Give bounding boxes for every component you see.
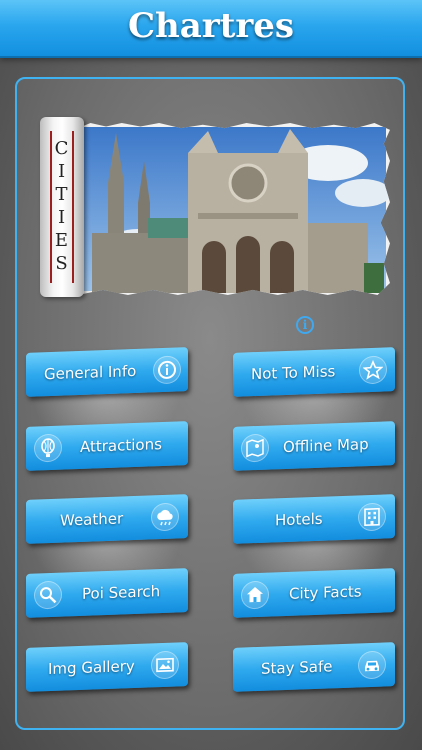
info-icon: [153, 355, 181, 385]
cities-scroll: CITIES: [40, 117, 84, 297]
not-to-miss-button[interactable]: Not To Miss: [233, 347, 395, 397]
weather-icon: [151, 502, 179, 532]
balloon-icon: [34, 433, 62, 463]
scroll-letter: S: [55, 253, 69, 274]
car-icon: [358, 650, 386, 680]
scroll-letter: E: [54, 230, 70, 251]
cathedral-photo: [78, 123, 390, 295]
poi-search-button[interactable]: Poi Search: [26, 568, 188, 618]
button-label: Hotels: [275, 509, 323, 530]
scroll-letter: I: [57, 161, 67, 182]
app-info-icon[interactable]: i: [296, 316, 314, 334]
hotels-button[interactable]: Hotels: [233, 494, 395, 544]
city-banner: CITIES: [40, 117, 390, 299]
scroll-letter: I: [57, 207, 67, 228]
scroll-letter: C: [54, 138, 70, 159]
button-label: Attractions: [80, 435, 162, 456]
gallery-icon: [151, 650, 179, 680]
scroll-letter: T: [55, 184, 69, 205]
attractions-button[interactable]: Attractions: [26, 421, 188, 471]
weather-button[interactable]: Weather: [26, 494, 188, 544]
search-icon: [34, 580, 62, 610]
button-label: City Facts: [289, 582, 362, 603]
stay-safe-button[interactable]: Stay Safe: [233, 642, 395, 692]
title-bar: Chartres: [0, 0, 422, 58]
scroll-label: CITIES: [53, 137, 71, 277]
map-icon: [241, 433, 269, 463]
button-label: Img Gallery: [48, 657, 135, 679]
scroll-rule-left: [50, 131, 52, 283]
hotel-icon: [358, 502, 386, 532]
general-info-button[interactable]: General Info: [26, 347, 188, 397]
button-label: Not To Miss: [251, 362, 336, 384]
button-label: Offline Map: [283, 435, 369, 457]
star-icon: [359, 355, 387, 385]
button-label: Weather: [60, 509, 124, 530]
button-label: Poi Search: [82, 582, 161, 603]
scroll-rule-right: [72, 131, 74, 283]
img-gallery-button[interactable]: Img Gallery: [26, 642, 188, 692]
cathedral-illustration: [82, 127, 390, 293]
button-label: Stay Safe: [261, 657, 333, 678]
app-title: Chartres: [127, 6, 295, 46]
city-facts-button[interactable]: City Facts: [233, 568, 395, 618]
offline-map-button[interactable]: Offline Map: [233, 421, 395, 471]
home-icon: [241, 580, 269, 610]
button-label: General Info: [44, 361, 137, 384]
